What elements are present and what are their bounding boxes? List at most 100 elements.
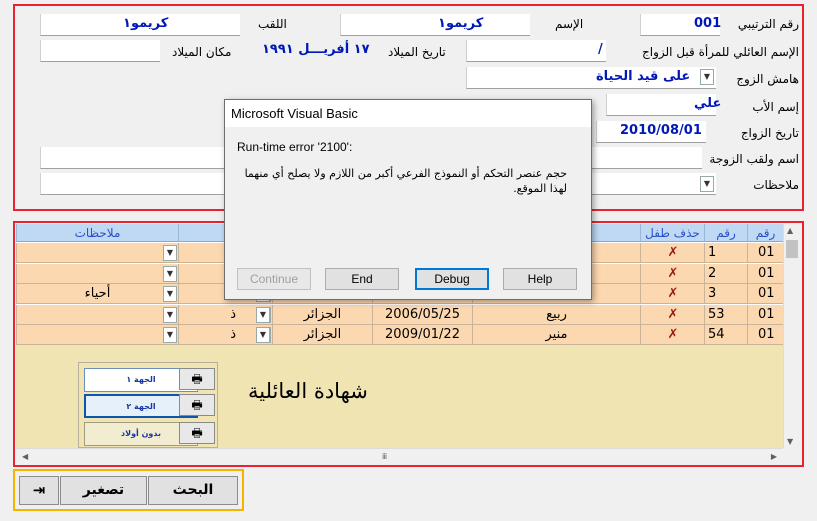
dialog-error-code: Run-time error '2100': [237,140,353,154]
chevron-down-icon[interactable]: ▼ [256,327,270,343]
cell-c1[interactable]: 01 [747,304,783,325]
col-header-num2[interactable]: رقم [704,224,747,242]
delete-child-icon[interactable]: ✗ [665,266,681,281]
delete-child-icon[interactable]: ✗ [665,328,681,342]
cell-notes[interactable]: ▼ [16,263,178,284]
surname-value: كريمو١ [123,16,169,31]
dialog-title: Microsoft Visual Basic [225,100,591,127]
print-icon[interactable]: 🖶 [179,394,215,416]
cell-text-date: 2009/01/22 [385,327,460,342]
cell-date[interactable]: 2009/01/22 [372,325,472,345]
cell-c2[interactable]: 54 [704,325,747,345]
cell-notes[interactable]: ▼ [16,304,178,325]
dialog-help-button[interactable]: Help [503,268,577,290]
delete-child-cell[interactable]: ✗ [640,325,704,345]
cell-text-name: ربيع [546,306,567,322]
maiden-label: الإسم العائلي للمرأة قبل الزواج [642,45,799,59]
wife-label: اسم ولقب الزوجة [709,152,799,166]
cell-c2[interactable]: 1 [704,243,747,263]
name-field[interactable] [340,14,530,36]
seq-label: رقم الترتيبي [737,17,799,31]
cell-c1[interactable]: 01 [747,263,783,284]
notes-label: ملاحظات [753,178,799,192]
grid-vertical-scrollbar[interactable]: ▲ ▼ [783,224,800,448]
error-dialog: Microsoft Visual Basic Run-time error '2… [224,99,592,300]
cell-place[interactable]: الجزائر [272,304,372,325]
cell-c1[interactable]: 01 [747,325,783,345]
cell-text-c1: 01 [758,245,775,260]
maiden-value: / [598,42,603,57]
cell-name[interactable]: منير [472,325,640,345]
table-row[interactable]: 0153✗ربيعالجزائرذ▼▼2006/05/25▼ [16,304,783,325]
cell-name[interactable]: ربيع [472,304,640,325]
cell-text-date: 2006/05/25 [385,306,460,322]
search-button[interactable]: البحث [148,476,238,505]
birthplace-field[interactable] [40,40,160,62]
father-label: إسم الأب [752,100,799,114]
cell-text-c2: 53 [708,306,725,322]
delete-child-cell[interactable]: ✗ [640,243,704,263]
cell-text-c2: 3 [708,286,717,301]
cell-c1[interactable]: 01 [747,243,783,263]
cell-text-c1: 01 [758,265,775,281]
chevron-down-icon[interactable]: ▼ [163,286,177,302]
cell-text-c2: 54 [708,327,725,342]
cell-notes[interactable]: أحياء ▼ [16,284,178,304]
spouse-margin-value: على قيد الحياة [596,69,691,84]
marriage-date-value: 2010/08/01 [620,123,702,138]
delete-child-icon[interactable]: ✗ [665,307,681,322]
chevron-down-icon[interactable]: ▼ [163,306,177,323]
cell-text-sex: ذ [230,327,236,342]
chevron-down-icon[interactable]: ▼ [163,265,177,282]
marriage-date-label: تاريخ الزواج [740,126,799,140]
spouse-margin-label: هامش الزوج [736,72,799,86]
cell-text-place: الجزائر [303,306,342,322]
birthdate-value: ١٧ أفريـــل ١٩٩١ [262,42,370,57]
delete-child-cell[interactable]: ✗ [640,304,704,325]
dialog-end-button[interactable]: End [325,268,399,290]
grid-horizontal-scrollbar[interactable]: ◀ ⅲ ▶ [16,448,783,465]
birthplace-label: مكان الميلاد [172,45,232,59]
dialog-continue-button[interactable]: Continue [237,268,311,290]
seq-value: 001 [694,16,722,31]
delete-child-cell[interactable]: ✗ [640,263,704,284]
col-header-num[interactable]: رقم [747,224,783,242]
maiden-field[interactable] [466,40,606,62]
delete-child-icon[interactable]: ✗ [665,246,681,260]
dialog-debug-button[interactable]: Debug [415,268,489,290]
cell-text-name: منير [545,327,568,342]
cell-notes[interactable]: ▼ [16,325,178,345]
name-label: الإسم [555,17,584,31]
cell-notes[interactable]: ▼ [16,243,178,263]
print-icon[interactable]: 🖶 [179,368,215,390]
cell-date[interactable]: 2006/05/25 [372,304,472,325]
cell-text-c1: 01 [758,327,775,342]
cell-c2[interactable]: 3 [704,284,747,304]
cell-c1[interactable]: 01 [747,284,783,304]
birthdate-label: تاريخ الميلاد [388,45,446,59]
cell-text-c2: 2 [708,265,717,281]
cell-c2[interactable]: 53 [704,304,747,325]
table-row[interactable]: 0154✗منيرالجزائرذ▼▼2009/01/22▼ [16,325,783,345]
chevron-down-icon[interactable]: ▼ [163,245,177,261]
cell-c2[interactable]: 2 [704,263,747,284]
spouse-margin-dropdown[interactable]: ▼ [700,69,714,85]
print-icon[interactable]: 🖶 [179,422,215,444]
father-value: علي [694,96,722,111]
cell-text-sex: ذ [230,306,236,322]
chevron-down-icon[interactable]: ▼ [163,327,177,343]
cell-place[interactable]: الجزائر [272,325,372,345]
cell-text-c1: 01 [758,306,775,322]
delete-child-icon[interactable]: ✗ [665,287,681,301]
cell-text-notes: أحياء [84,286,111,301]
surname-label: اللقب [258,17,287,31]
delete-child-cell[interactable]: ✗ [640,284,704,304]
col-header-notes[interactable]: ملاحظات [16,224,178,242]
dialog-message: حجم عنصر التحكم أو النموذج الفرعي أكبر م… [244,167,567,195]
notes-dropdown[interactable]: ▼ [700,176,714,192]
chevron-down-icon[interactable]: ▼ [256,306,270,323]
cell-text-place: الجزائر [303,327,342,342]
exit-icon[interactable]: ⇥ [19,476,59,505]
col-header-delete[interactable]: حذف طفل [640,224,704,242]
clear-button[interactable]: تصغير [60,476,147,505]
